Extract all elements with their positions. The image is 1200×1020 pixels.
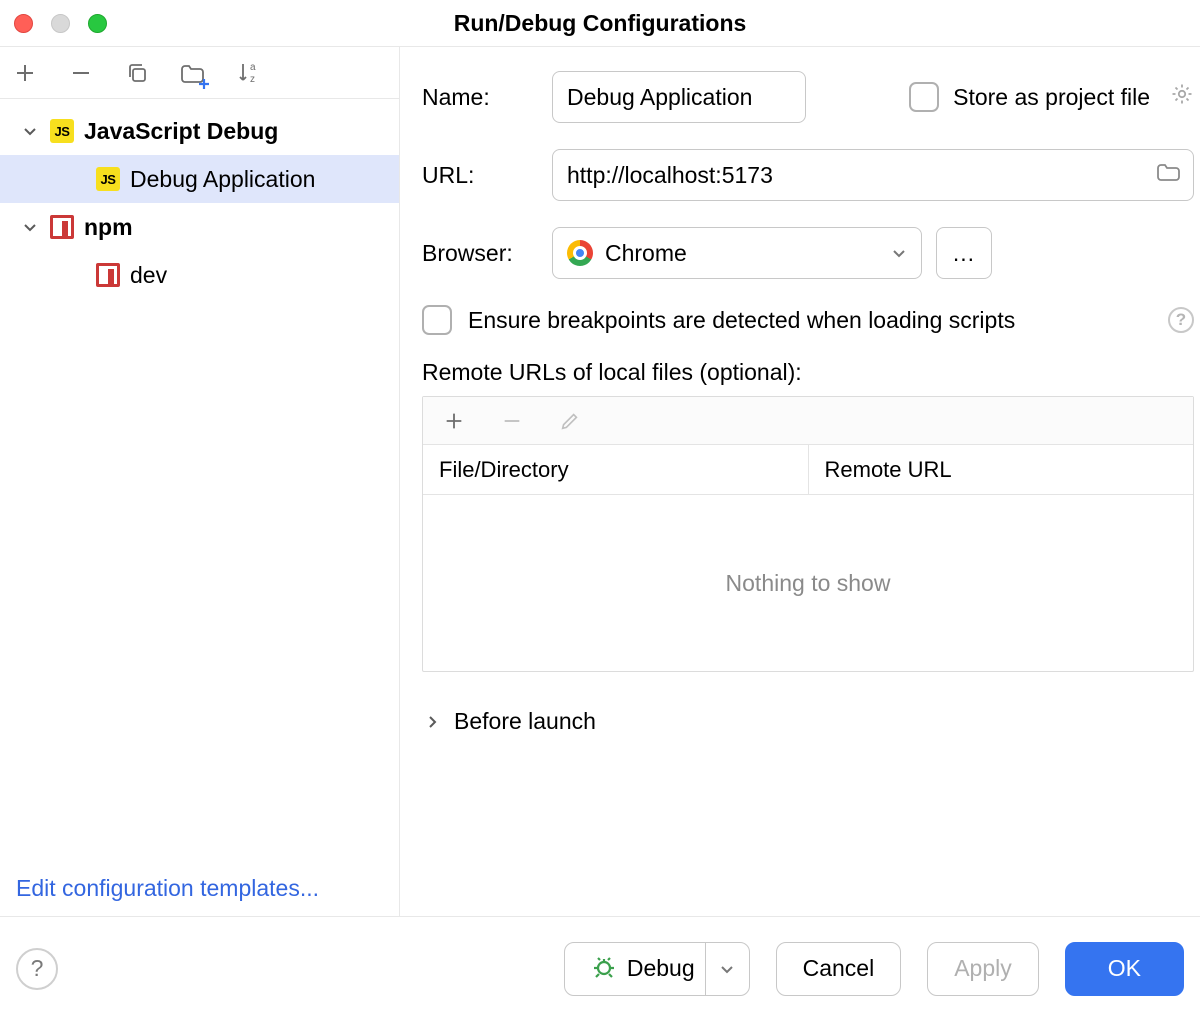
window-close[interactable] bbox=[14, 14, 33, 33]
browser-more-button[interactable]: ... bbox=[936, 227, 992, 279]
name-label: Name: bbox=[422, 84, 552, 111]
ensure-breakpoints-label: Ensure breakpoints are detected when loa… bbox=[468, 307, 1015, 334]
table-empty-text: Nothing to show bbox=[726, 570, 891, 597]
tree-item-dev[interactable]: dev bbox=[0, 251, 399, 299]
tree-item-label: dev bbox=[130, 262, 167, 289]
chevron-right-icon bbox=[422, 712, 442, 732]
add-config-icon[interactable] bbox=[10, 58, 40, 88]
before-launch-label: Before launch bbox=[454, 708, 596, 735]
npm-icon bbox=[50, 215, 74, 239]
ok-button[interactable]: OK bbox=[1065, 942, 1184, 996]
table-header-url: Remote URL bbox=[809, 445, 1194, 494]
save-template-icon[interactable] bbox=[178, 58, 208, 88]
store-project-label: Store as project file bbox=[953, 84, 1150, 111]
debug-label: Debug bbox=[627, 955, 695, 982]
cancel-button[interactable]: Cancel bbox=[776, 942, 902, 996]
npm-icon bbox=[96, 263, 120, 287]
svg-text:a: a bbox=[250, 62, 256, 73]
before-launch-section[interactable]: Before launch bbox=[422, 708, 1194, 735]
tree-group-npm[interactable]: npm bbox=[0, 203, 399, 251]
sort-alpha-icon[interactable]: az bbox=[234, 58, 264, 88]
url-label: URL: bbox=[422, 162, 552, 189]
browser-select[interactable]: Chrome bbox=[552, 227, 922, 279]
tree-group-javascript-debug[interactable]: JS JavaScript Debug bbox=[0, 107, 399, 155]
debug-button[interactable]: Debug bbox=[564, 942, 750, 996]
ok-label: OK bbox=[1108, 955, 1141, 982]
remote-urls-label: Remote URLs of local files (optional): bbox=[422, 359, 1194, 386]
window-minimize[interactable] bbox=[51, 14, 70, 33]
folder-icon[interactable] bbox=[1156, 161, 1180, 189]
chevron-down-icon bbox=[20, 217, 40, 237]
chevron-down-icon bbox=[891, 240, 907, 267]
gear-icon[interactable] bbox=[1170, 82, 1194, 112]
chrome-icon bbox=[567, 240, 593, 266]
bug-icon bbox=[591, 953, 617, 985]
tree-item-label: Debug Application bbox=[130, 166, 315, 193]
table-header-file: File/Directory bbox=[423, 445, 809, 494]
js-icon: JS bbox=[50, 119, 74, 143]
tree-item-debug-application[interactable]: JS Debug Application bbox=[0, 155, 399, 203]
edit-templates-link[interactable]: Edit configuration templates... bbox=[16, 875, 319, 901]
apply-label: Apply bbox=[954, 955, 1012, 982]
table-remove-icon bbox=[497, 406, 527, 436]
cancel-label: Cancel bbox=[803, 955, 875, 982]
tree-group-label: JavaScript Debug bbox=[84, 118, 278, 145]
ensure-breakpoints-checkbox[interactable] bbox=[422, 305, 452, 335]
url-input[interactable] bbox=[552, 149, 1194, 201]
remove-config-icon[interactable] bbox=[66, 58, 96, 88]
browser-value: Chrome bbox=[605, 240, 687, 267]
apply-button: Apply bbox=[927, 942, 1039, 996]
help-icon[interactable]: ? bbox=[1168, 307, 1194, 333]
browser-label: Browser: bbox=[422, 240, 552, 267]
debug-split-button[interactable] bbox=[705, 943, 749, 995]
window-zoom[interactable] bbox=[88, 14, 107, 33]
js-icon: JS bbox=[96, 167, 120, 191]
help-button[interactable]: ? bbox=[16, 948, 58, 990]
store-project-checkbox[interactable] bbox=[909, 82, 939, 112]
table-add-icon[interactable] bbox=[439, 406, 469, 436]
table-edit-icon bbox=[555, 406, 585, 436]
chevron-down-icon bbox=[20, 121, 40, 141]
copy-config-icon[interactable] bbox=[122, 58, 152, 88]
tree-group-label: npm bbox=[84, 214, 133, 241]
window-title: Run/Debug Configurations bbox=[454, 10, 747, 37]
svg-text:z: z bbox=[250, 74, 255, 85]
name-input[interactable] bbox=[552, 71, 806, 123]
